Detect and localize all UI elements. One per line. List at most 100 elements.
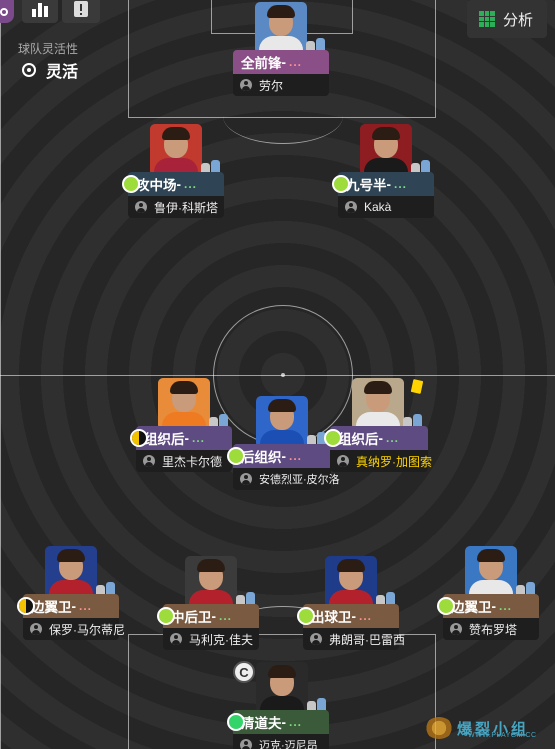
player-role-gk[interactable]: 清道夫 -... [233,710,329,734]
grid-icon [479,11,495,27]
player-name-bar-lb[interactable]: 保罗·马尔蒂尼 [23,618,125,640]
familiarity-icon [122,175,140,193]
player-name-bar-dm_r[interactable]: 真纳罗·加图索 [330,450,432,472]
player-name-bar-fw[interactable]: 劳尔 [233,74,329,96]
stats-button[interactable] [22,0,58,23]
alert-button[interactable] [62,0,100,23]
analysis-label: 分析 [503,11,534,29]
player-role-cb_r[interactable]: 出球卫 -... [303,604,399,628]
player-photo[interactable] [325,556,377,608]
player-photo[interactable] [352,378,404,430]
person-icon [450,623,462,635]
role-suffix: - [386,176,392,192]
role-label: 清道夫 [241,716,282,731]
warning-icon [74,0,88,17]
role-suffix: - [184,430,190,446]
role-label: 攻中场 [136,178,177,193]
role-rating-dots: ... [192,431,206,445]
role-rating-dots: ... [289,55,303,69]
player-name: 安德烈亚·皮尔洛 [259,474,340,486]
team-flexibility-value[interactable]: 灵活 [22,58,78,82]
player-photo[interactable] [256,396,308,448]
player-name: 弗朗哥·巴雷西 [329,632,405,647]
role-rating-dots: ... [394,177,408,191]
watermark-logo-icon [425,717,453,739]
role-suffix: - [281,54,287,70]
watermark: 爆裂小组 WWW.PLAYGM.CC [425,708,555,748]
role-label: 组织后 [338,432,379,447]
player-name-bar-am_l[interactable]: 鲁伊·科斯塔 [128,196,224,218]
role-suffix: - [281,714,287,730]
role-suffix: - [351,608,357,624]
player-name: 保罗·马尔蒂尼 [49,622,125,637]
player-name-bar-cb_l[interactable]: 马利克·佳夫 [163,628,259,650]
player-photo[interactable] [185,556,237,608]
player-name: 马利克·佳夫 [189,632,253,647]
player-photo[interactable] [465,546,517,598]
familiarity-icon [437,597,455,615]
player-name-bar-am_r[interactable]: Kakà [338,196,434,218]
familiarity-icon [130,429,148,447]
role-suffix: - [71,598,77,614]
watermark-url: WWW.PLAYGM.CC [468,732,537,739]
person-icon [30,623,42,635]
player-name: Kakà [364,200,392,214]
analysis-button[interactable]: 分析 [467,0,547,38]
team-flexibility-title: 球队灵活性 [18,42,79,56]
player-role-lb[interactable]: 边翼卫 -... [23,594,119,618]
role-suffix: - [281,448,287,464]
player-name: 迈克·迈尼昂 [259,740,318,749]
role-rating-dots: ... [359,609,373,623]
player-name: 劳尔 [259,78,284,93]
player-name: 赞布罗塔 [469,622,518,637]
role-rating-dots: ... [499,599,513,613]
player-role-dm_l[interactable]: 组织后 -... [136,426,232,450]
role-rating-dots: ... [219,609,233,623]
familiarity-icon [227,447,245,465]
familiarity-icon [17,597,35,615]
familiarity-icon [324,429,342,447]
person-icon [143,455,155,467]
player-name-bar-dm_c[interactable]: 安德烈亚·皮尔洛 [233,468,340,490]
team-flexibility-label: 灵活 [46,64,79,81]
player-role-am_r[interactable]: 九号半 -... [338,172,434,196]
familiarity-icon [227,713,245,731]
person-icon [345,201,357,213]
person-icon [240,473,252,485]
player-name-bar-dm_l[interactable]: 里杰卡尔德 [136,450,232,472]
center-spot [281,373,285,377]
player-photo[interactable] [150,124,202,176]
role-suffix: - [491,598,497,614]
player-role-am_l[interactable]: 攻中场 -... [128,172,224,196]
captain-badge: C [233,661,255,683]
player-role-fw[interactable]: 全前锋 -... [233,50,329,74]
role-label: 组织后 [144,432,185,447]
player-photo[interactable] [360,124,412,176]
player-role-rb[interactable]: 边翼卫 -... [443,594,539,618]
player-photo[interactable] [158,378,210,430]
player-role-dm_c[interactable]: 后组织 -... [233,444,331,468]
role-label: 九号半 [346,178,387,193]
player-name-bar-rb[interactable]: 赞布罗塔 [443,618,539,640]
person-icon [240,79,252,91]
target-icon [22,63,36,77]
role-suffix: - [211,608,217,624]
player-photo[interactable] [45,546,97,598]
role-rating-dots: ... [79,599,93,613]
player-name-bar-gk[interactable]: 迈克·迈尼昂 [233,734,329,749]
team-icon [0,7,8,16]
team-menu-button[interactable] [0,0,14,23]
person-icon [310,633,322,645]
player-role-cb_l[interactable]: 中后卫 -... [163,604,259,628]
player-name-bar-cb_r[interactable]: 弗朗哥·巴雷西 [303,628,405,650]
player-role-dm_r[interactable]: 组织后 -... [330,426,428,450]
role-suffix: - [176,176,182,192]
role-label: 出球卫 [311,610,352,625]
role-label: 全前锋 [241,56,282,71]
role-label: 后组织 [241,450,282,465]
player-photo[interactable] [256,662,308,714]
person-icon [170,633,182,645]
player-photo[interactable] [255,2,307,54]
bar-chart-icon [32,2,48,17]
role-rating-dots: ... [184,177,198,191]
